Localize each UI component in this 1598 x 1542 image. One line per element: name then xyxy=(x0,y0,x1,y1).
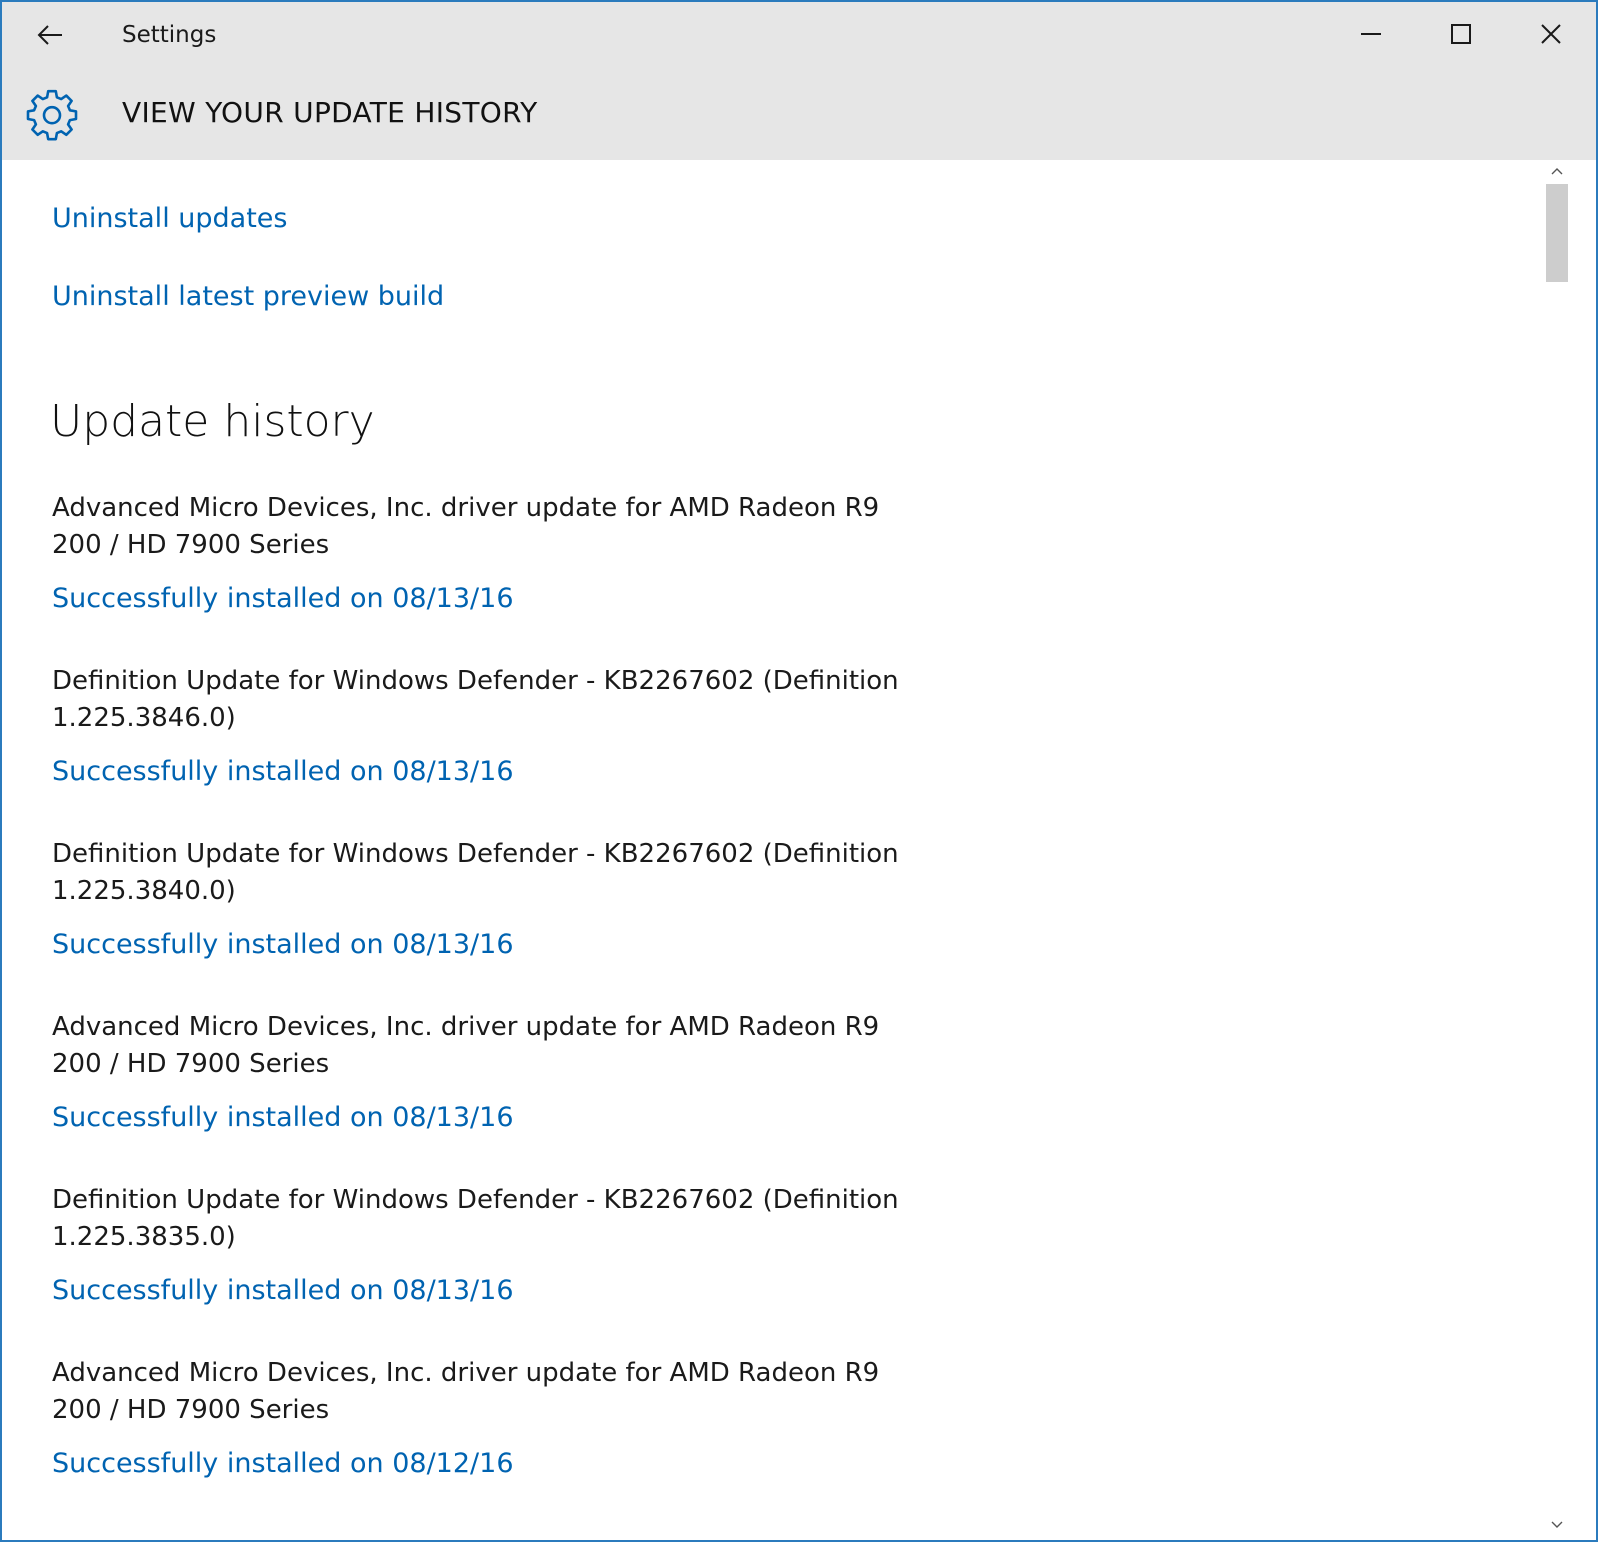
gear-icon xyxy=(26,89,78,141)
history-item: Definition Update for Windows Defender -… xyxy=(52,836,952,1009)
update-name: Advanced Micro Devices, Inc. driver upda… xyxy=(52,1358,880,1425)
history-item: Advanced Micro Devices, Inc. driver upda… xyxy=(52,1009,952,1182)
update-history-heading: Update history xyxy=(50,396,375,447)
scroll-down-button[interactable] xyxy=(1543,1514,1570,1536)
scroll-up-button[interactable] xyxy=(1543,160,1570,182)
update-status-link[interactable]: Successfully installed on 08/13/16 xyxy=(52,1274,952,1308)
update-name: Definition Update for Windows Defender -… xyxy=(52,1185,899,1252)
app-title: Settings xyxy=(122,22,217,48)
close-icon xyxy=(1541,24,1561,44)
update-history-list: Advanced Micro Devices, Inc. driver upda… xyxy=(52,490,952,1528)
close-button[interactable] xyxy=(1506,2,1596,66)
content-area: Uninstall updates Uninstall latest previ… xyxy=(2,160,1562,1540)
uninstall-updates-link[interactable]: Uninstall updates xyxy=(52,202,287,236)
back-button[interactable] xyxy=(20,10,80,60)
history-item: Advanced Micro Devices, Inc. driver upda… xyxy=(52,490,952,663)
maximize-button[interactable] xyxy=(1416,2,1506,66)
update-status-link[interactable]: Successfully installed on 08/13/16 xyxy=(52,1101,952,1135)
update-name: Advanced Micro Devices, Inc. driver upda… xyxy=(52,1012,880,1079)
back-arrow-icon xyxy=(37,25,62,45)
chevron-down-icon xyxy=(1551,1521,1562,1528)
chevron-up-icon xyxy=(1551,168,1562,175)
uninstall-preview-build-link[interactable]: Uninstall latest preview build xyxy=(52,280,444,314)
history-item: Advanced Micro Devices, Inc. driver upda… xyxy=(52,1355,952,1528)
update-name: Definition Update for Windows Defender -… xyxy=(52,839,899,906)
title-bar: Settings xyxy=(2,2,1596,68)
update-name: Definition Update for Windows Defender -… xyxy=(52,666,899,733)
page-title: VIEW YOUR UPDATE HISTORY xyxy=(122,96,538,129)
update-status-link[interactable]: Successfully installed on 08/12/16 xyxy=(52,1447,952,1481)
vertical-scrollbar[interactable] xyxy=(1543,160,1570,1540)
settings-window: Settings VIEW YOUR UPDATE HISTORY Uninst… xyxy=(0,0,1598,1542)
history-item: Definition Update for Windows Defender -… xyxy=(52,1182,952,1355)
update-status-link[interactable]: Successfully installed on 08/13/16 xyxy=(52,755,952,789)
update-status-link[interactable]: Successfully installed on 08/13/16 xyxy=(52,928,952,962)
scrollbar-thumb[interactable] xyxy=(1546,184,1568,282)
update-name: Advanced Micro Devices, Inc. driver upda… xyxy=(52,493,880,560)
page-header: VIEW YOUR UPDATE HISTORY xyxy=(2,68,1596,160)
maximize-icon xyxy=(1451,24,1471,44)
history-item: Definition Update for Windows Defender -… xyxy=(52,663,952,836)
update-status-link[interactable]: Successfully installed on 08/13/16 xyxy=(52,582,952,616)
minimize-button[interactable] xyxy=(1326,2,1416,66)
minimize-icon xyxy=(1361,33,1381,35)
